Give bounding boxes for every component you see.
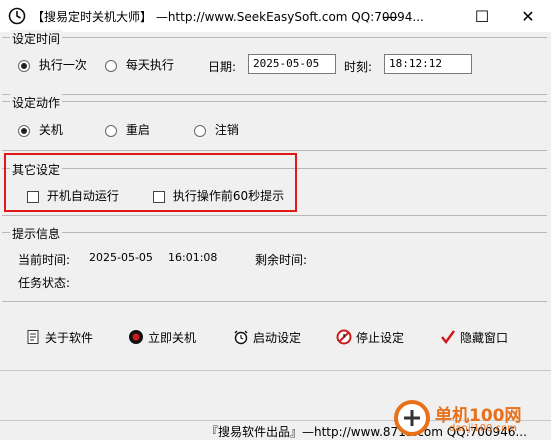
run-daily-label: 每天执行 xyxy=(125,58,174,72)
shutdown-now-button[interactable]: 立即关机 xyxy=(128,326,196,348)
autostart-checkbox[interactable]: 开机自动运行 xyxy=(27,187,119,204)
task-status-label: 任务状态: xyxy=(18,276,71,290)
notify-checkbox[interactable]: 执行操作前60秒提示 xyxy=(153,187,284,204)
about-doc-icon xyxy=(27,330,39,344)
stop-button[interactable]: 停止设定 xyxy=(336,326,404,348)
run-daily-radio[interactable]: 每天执行 xyxy=(105,56,174,73)
watermark-plus-icon xyxy=(394,400,430,436)
date-label: 日期: xyxy=(208,60,237,74)
separator xyxy=(0,370,551,371)
notify-label: 执行操作前60秒提示 xyxy=(172,189,285,203)
hide-label: 隐藏窗口 xyxy=(460,330,509,345)
schedule-legend: 设定时间 xyxy=(10,30,63,47)
action-group: 设定动作 xyxy=(2,94,547,151)
stop-label: 停止设定 xyxy=(356,330,405,345)
current-time-value: 16:01:08 xyxy=(168,251,218,264)
watermark-logo: 单机100网 danji100.com xyxy=(391,397,551,439)
radio-unselected-icon xyxy=(194,124,206,137)
stop-clock-icon xyxy=(336,329,352,345)
run-once-label: 执行一次 xyxy=(38,58,87,72)
hide-button[interactable]: 隐藏窗口 xyxy=(440,326,508,348)
current-date-value: 2025-05-05 xyxy=(89,251,153,264)
shutdown-label: 关机 xyxy=(38,123,63,137)
power-icon xyxy=(129,330,143,344)
shutdown-now-label: 立即关机 xyxy=(148,330,197,345)
watermark-url: danji100.com xyxy=(449,423,517,434)
checkmark-icon xyxy=(441,330,455,344)
date-field[interactable]: 2025-05-05 xyxy=(248,54,336,74)
start-label: 启动设定 xyxy=(253,330,302,345)
time-label: 时刻: xyxy=(344,60,373,74)
title-bar: 【搜易定时关机大师】 —http://www.SeekEasySoft.com … xyxy=(0,0,551,32)
logoff-label: 注销 xyxy=(214,123,239,137)
start-button[interactable]: 启动设定 xyxy=(233,326,301,348)
checkbox-icon xyxy=(27,190,39,203)
checkbox-icon xyxy=(153,190,165,203)
maximize-button[interactable]: ☐ xyxy=(459,0,505,32)
action-legend: 设定动作 xyxy=(10,94,63,111)
radio-unselected-icon xyxy=(105,59,117,72)
close-button[interactable]: ✕ xyxy=(505,0,551,32)
app-clock-icon xyxy=(8,7,26,25)
radio-selected-icon xyxy=(18,59,30,72)
radio-unselected-icon xyxy=(105,124,117,137)
restart-radio[interactable]: 重启 xyxy=(105,121,150,138)
info-legend: 提示信息 xyxy=(10,225,63,242)
radio-selected-icon xyxy=(18,124,30,137)
time-field[interactable]: 18:12:12 xyxy=(384,54,472,74)
run-once-radio[interactable]: 执行一次 xyxy=(18,56,87,73)
remaining-time-label: 剩余时间: xyxy=(255,253,308,267)
about-label: 关于软件 xyxy=(45,330,94,345)
autostart-label: 开机自动运行 xyxy=(46,189,119,203)
shutdown-radio[interactable]: 关机 xyxy=(18,121,63,138)
restart-label: 重启 xyxy=(125,123,150,137)
about-button[interactable]: 关于软件 xyxy=(25,326,93,348)
alarm-clock-icon xyxy=(234,330,248,345)
current-time-label: 当前时间: xyxy=(18,253,71,267)
minimize-button[interactable]: — xyxy=(367,0,413,32)
logoff-radio[interactable]: 注销 xyxy=(194,121,239,138)
window-title: 【搜易定时关机大师】 —http://www.SeekEasySoft.com … xyxy=(32,10,424,24)
